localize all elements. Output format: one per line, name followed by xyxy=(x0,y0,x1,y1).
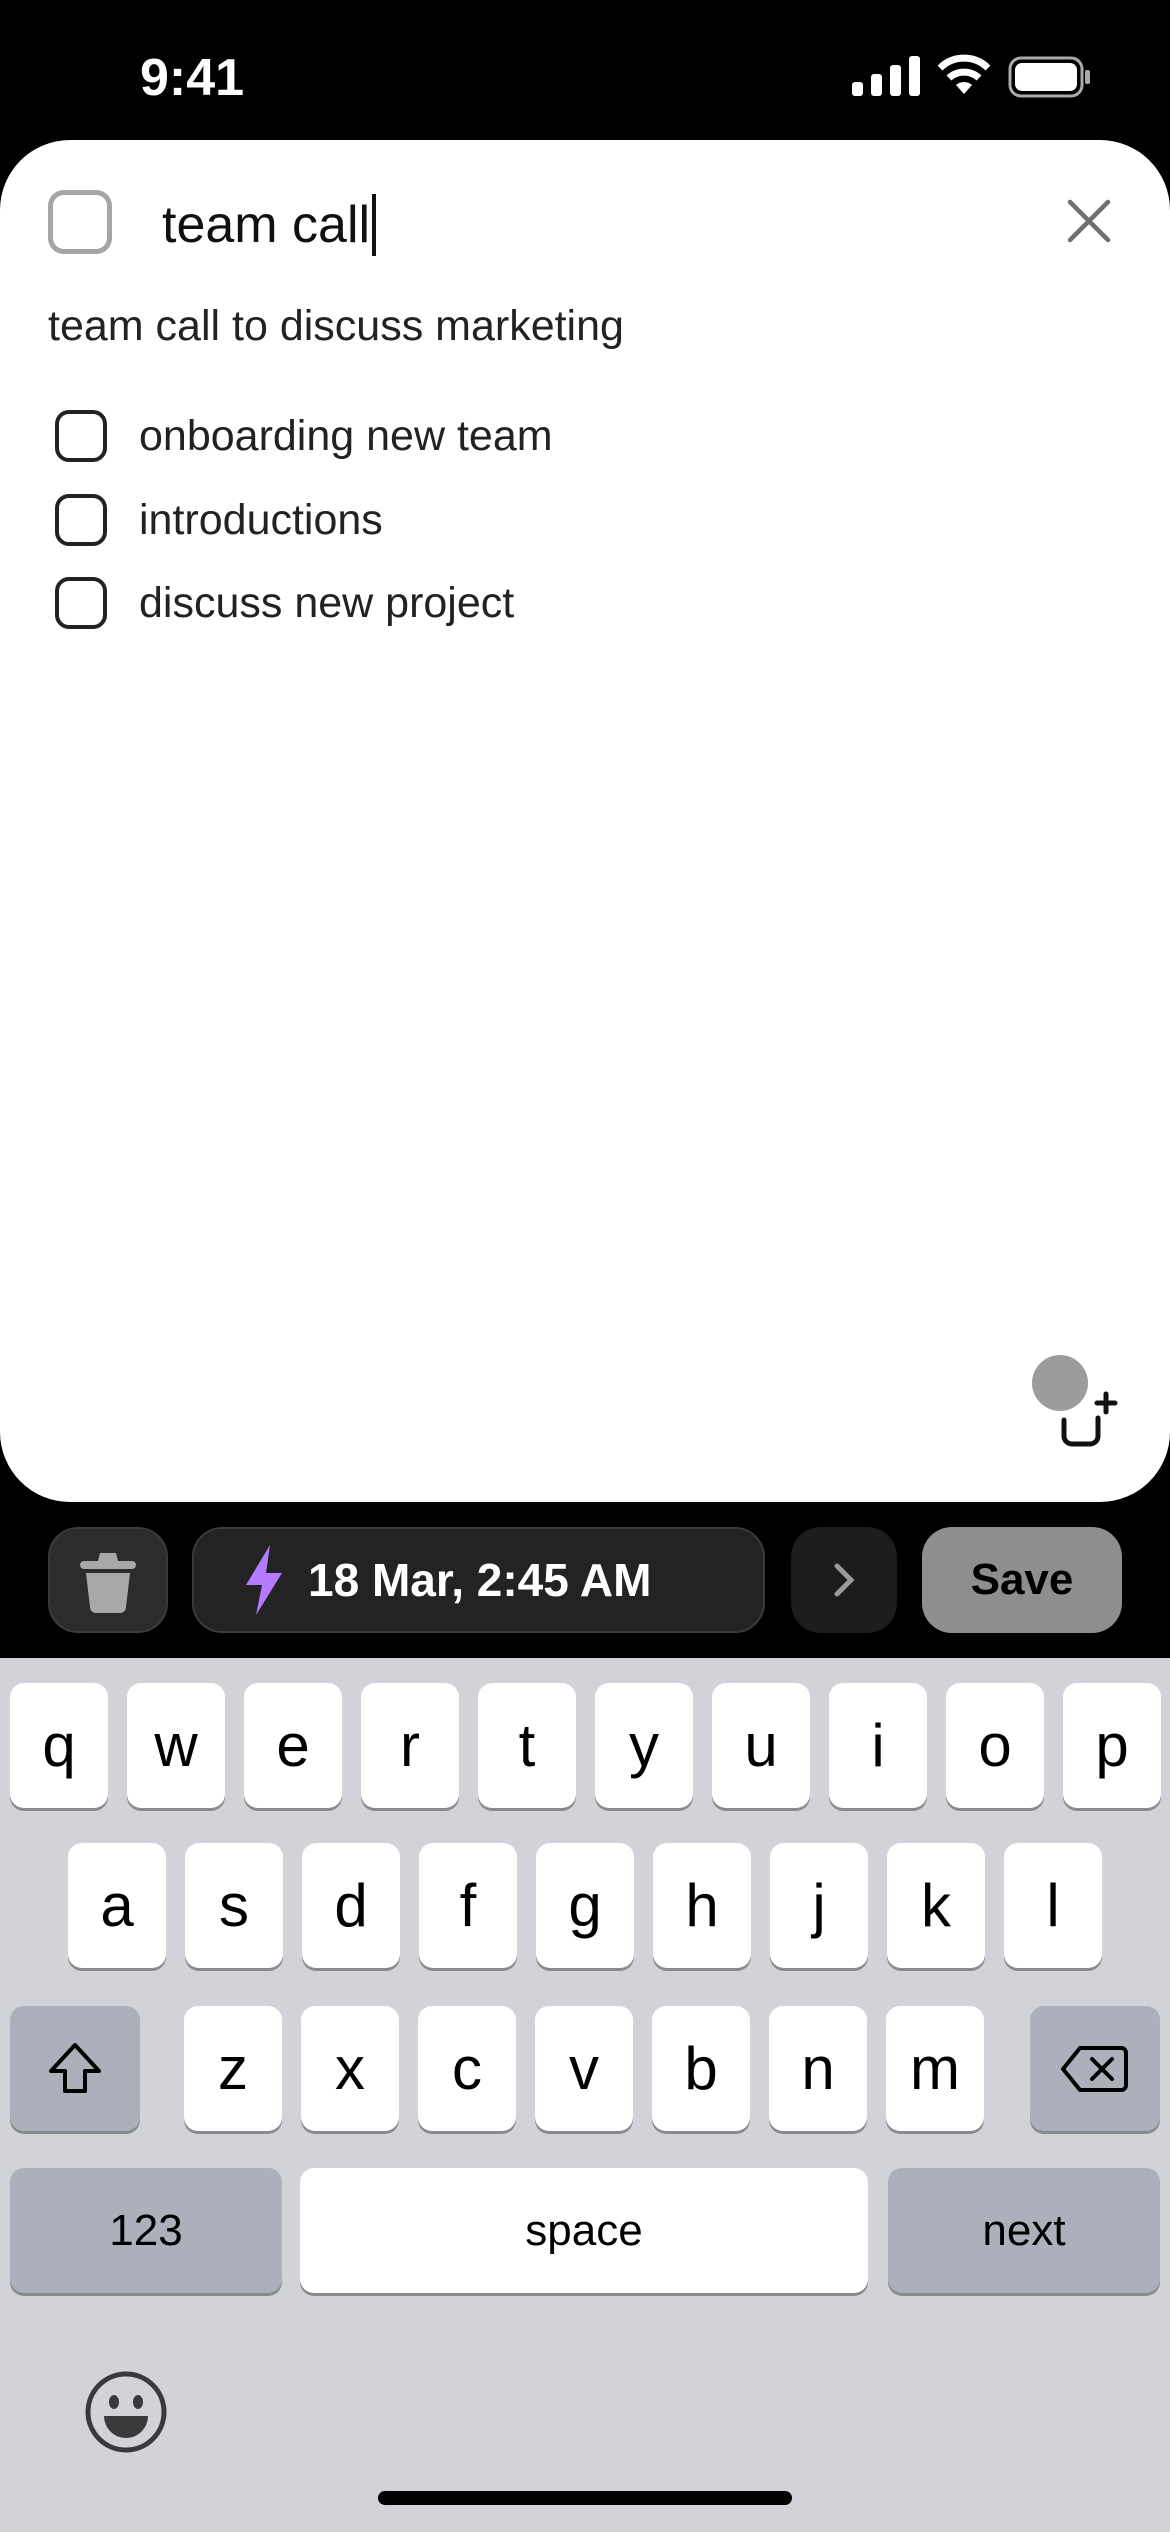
text-caret xyxy=(372,194,377,256)
key-i[interactable]: i xyxy=(829,1683,927,1808)
chevron-right-icon xyxy=(834,1563,855,1597)
subtask-checkbox[interactable] xyxy=(55,410,107,462)
subtask-label[interactable]: discuss new project xyxy=(139,579,514,628)
key-d[interactable]: d xyxy=(302,1843,400,1968)
close-icon[interactable] xyxy=(1064,196,1114,246)
task-complete-checkbox[interactable] xyxy=(48,190,112,254)
key-p[interactable]: p xyxy=(1063,1683,1161,1808)
wifi-icon xyxy=(937,54,991,94)
key-l[interactable]: l xyxy=(1004,1843,1102,1968)
subtask-label[interactable]: onboarding new team xyxy=(139,412,553,461)
battery-icon xyxy=(1008,56,1090,98)
more-options-button[interactable] xyxy=(791,1527,897,1633)
add-subtask-icon[interactable] xyxy=(1058,1390,1118,1450)
key-u[interactable]: u xyxy=(712,1683,810,1808)
home-indicator[interactable] xyxy=(378,2491,792,2505)
key-n[interactable]: n xyxy=(769,2006,867,2131)
key-k[interactable]: k xyxy=(887,1843,985,1968)
due-date-label: 18 Mar, 2:45 AM xyxy=(308,1554,652,1606)
due-date-button[interactable]: 18 Mar, 2:45 AM xyxy=(192,1527,765,1633)
shift-icon xyxy=(49,2042,101,2093)
key-g[interactable]: g xyxy=(536,1843,634,1968)
lightning-icon xyxy=(246,1545,282,1615)
key-t[interactable]: t xyxy=(478,1683,576,1808)
key-m[interactable]: m xyxy=(886,2006,984,2131)
next-key[interactable]: next xyxy=(888,2168,1160,2293)
subtask-item: discuss new project xyxy=(55,577,514,629)
key-x[interactable]: x xyxy=(301,2006,399,2131)
subtask-item: onboarding new team xyxy=(55,410,553,462)
trash-icon xyxy=(80,1553,136,1613)
task-title-input[interactable]: team call xyxy=(162,194,377,256)
subtask-label[interactable]: introductions xyxy=(139,496,383,545)
key-v[interactable]: v xyxy=(535,2006,633,2131)
key-h[interactable]: h xyxy=(653,1843,751,1968)
key-a[interactable]: a xyxy=(68,1843,166,1968)
task-title-text: team call xyxy=(162,196,371,254)
save-button[interactable]: Save xyxy=(922,1527,1122,1633)
backspace-key[interactable] xyxy=(1030,2006,1160,2131)
backspace-icon xyxy=(1061,2045,1128,2092)
key-w[interactable]: w xyxy=(127,1683,225,1808)
signal-icon xyxy=(852,56,920,96)
shift-key[interactable] xyxy=(10,2006,140,2131)
delete-button[interactable] xyxy=(48,1527,168,1633)
key-r[interactable]: r xyxy=(361,1683,459,1808)
emoji-icon[interactable] xyxy=(84,2370,168,2454)
key-f[interactable]: f xyxy=(419,1843,517,1968)
subtask-checkbox[interactable] xyxy=(55,577,107,629)
subtask-checkbox[interactable] xyxy=(55,494,107,546)
key-s[interactable]: s xyxy=(185,1843,283,1968)
key-b[interactable]: b xyxy=(652,2006,750,2131)
key-o[interactable]: o xyxy=(946,1683,1044,1808)
space-key[interactable]: space xyxy=(300,2168,868,2293)
task-description[interactable]: team call to discuss marketing xyxy=(48,302,624,351)
key-q[interactable]: q xyxy=(10,1683,108,1808)
key-e[interactable]: e xyxy=(244,1683,342,1808)
key-j[interactable]: j xyxy=(770,1843,868,1968)
status-time: 9:41 xyxy=(140,49,245,107)
key-y[interactable]: y xyxy=(595,1683,693,1808)
key-z[interactable]: z xyxy=(184,2006,282,2131)
key-c[interactable]: c xyxy=(418,2006,516,2131)
subtask-item: introductions xyxy=(55,494,383,546)
numbers-key[interactable]: 123 xyxy=(10,2168,282,2293)
